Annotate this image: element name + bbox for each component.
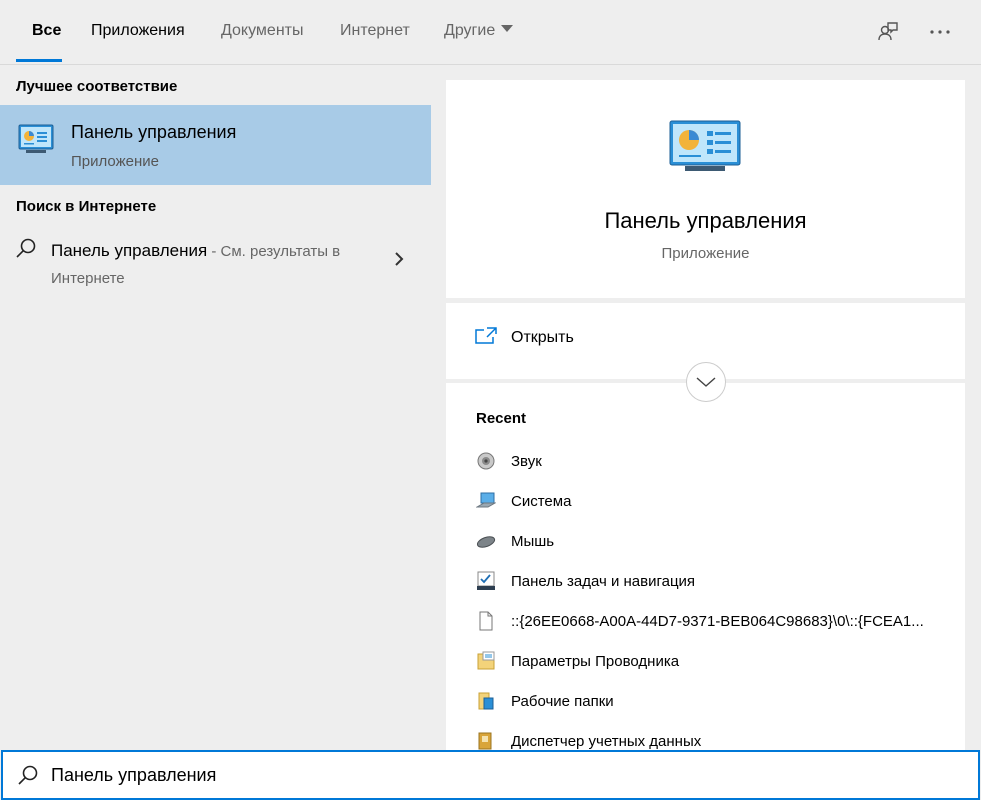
tab-all[interactable]: Все xyxy=(32,22,61,40)
preview-pane: Панель управления Приложение Открыть Rec… xyxy=(431,65,981,750)
recent-item-label: Система xyxy=(511,493,572,510)
search-box xyxy=(1,750,980,800)
web-result-query: Панель управления xyxy=(51,241,208,260)
recent-item[interactable]: Панель задач и навигация xyxy=(476,569,946,599)
folder-options-icon xyxy=(477,651,495,670)
more-options-icon[interactable] xyxy=(926,18,954,46)
recent-item-label: Панель задач и навигация xyxy=(511,573,696,590)
search-icon xyxy=(18,765,38,785)
recent-item[interactable]: Параметры Проводника xyxy=(476,649,946,679)
recent-item-label: Мышь xyxy=(511,533,555,550)
recent-item[interactable]: Система xyxy=(476,489,946,519)
recent-card: Recent Звук Система Мышь Панель задач и … xyxy=(446,383,965,750)
caret-down-icon xyxy=(501,25,514,33)
feedback-icon[interactable] xyxy=(874,18,902,46)
recent-item-label: ::{26EE0668-A00A-44D7-9371-BEB064C98683}… xyxy=(511,613,924,630)
recent-heading: Recent xyxy=(476,410,527,427)
best-match-item[interactable]: Панель управления Приложение xyxy=(0,105,431,185)
recent-item-label: Звук xyxy=(511,453,542,470)
best-match-heading: Лучшее соответствие xyxy=(16,78,178,95)
tab-apps[interactable]: Приложения xyxy=(91,22,185,40)
recent-item[interactable]: ::{26EE0668-A00A-44D7-9371-BEB064C98683}… xyxy=(476,609,946,639)
taskbar-icon xyxy=(477,571,495,590)
chevron-down-icon xyxy=(696,377,716,387)
credential-manager-icon xyxy=(478,732,492,750)
active-tab-indicator xyxy=(16,59,62,62)
recent-item-label: Параметры Проводника xyxy=(511,653,680,670)
chevron-right-icon xyxy=(395,252,404,266)
app-title: Панель управления xyxy=(604,208,807,233)
control-panel-icon xyxy=(18,124,54,153)
recent-item[interactable]: Рабочие папки xyxy=(476,689,946,719)
search-scope-tabs: Все Приложения Документы Интернет Другие xyxy=(0,0,981,65)
web-search-result[interactable]: Панель управления - См. результаты в Инт… xyxy=(0,231,431,291)
best-match-subtitle: Приложение xyxy=(71,153,159,170)
tab-documents[interactable]: Документы xyxy=(221,22,303,40)
app-subtitle: Приложение xyxy=(661,245,750,262)
recent-item-label: Диспетчер учетных данных xyxy=(511,733,702,750)
expand-button[interactable] xyxy=(686,362,726,402)
web-search-heading: Поиск в Интернете xyxy=(16,198,157,215)
web-result-text: Панель управления - См. результаты в Инт… xyxy=(51,238,371,292)
work-folders-icon xyxy=(478,692,494,710)
tab-internet[interactable]: Интернет xyxy=(340,22,410,40)
tab-other[interactable]: Другие xyxy=(444,22,514,40)
tab-other-label: Другие xyxy=(444,22,496,39)
recent-item-label: Рабочие папки xyxy=(511,693,614,710)
app-preview-card: Панель управления Приложение xyxy=(446,80,965,298)
results-pane: Лучшее соответствие Панель управления Пр… xyxy=(0,65,431,750)
recent-item[interactable]: Звук xyxy=(476,449,946,479)
control-panel-large-icon xyxy=(669,120,741,171)
search-icon xyxy=(16,238,36,258)
file-icon xyxy=(479,611,493,631)
open-label: Открыть xyxy=(511,329,574,346)
computer-icon xyxy=(476,492,496,508)
search-input[interactable] xyxy=(51,760,951,790)
speaker-icon xyxy=(477,452,495,470)
best-match-title: Панель управления xyxy=(71,122,237,142)
open-icon xyxy=(475,327,497,344)
mouse-icon xyxy=(476,536,496,548)
recent-item[interactable]: Мышь xyxy=(476,529,946,559)
